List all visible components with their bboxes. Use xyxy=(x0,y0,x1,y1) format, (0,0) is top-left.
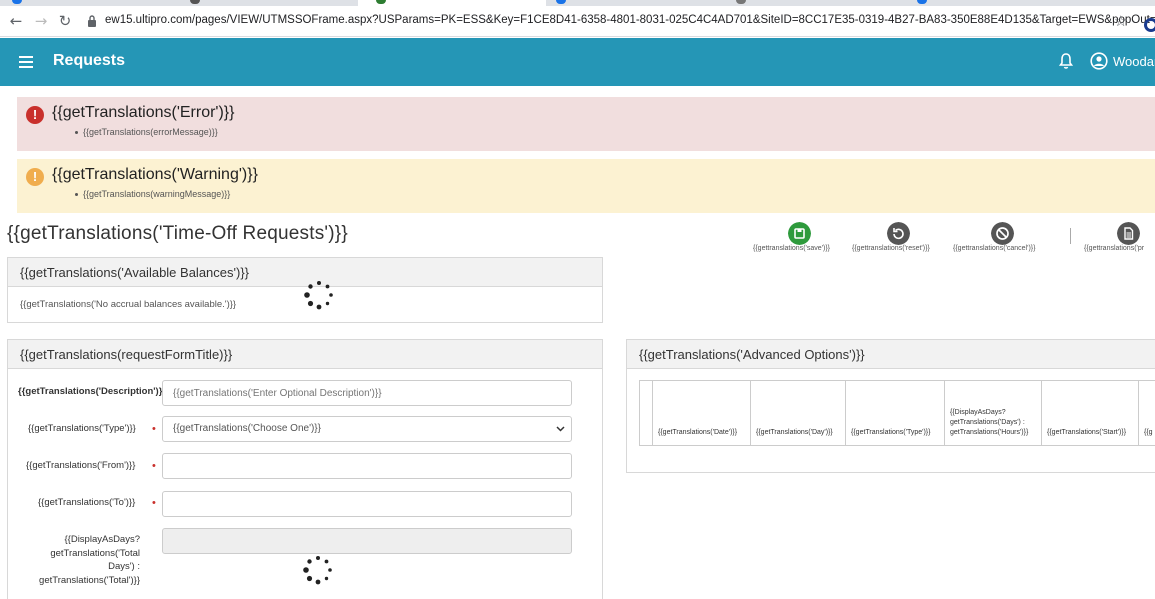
column-header-amount: {{DisplayAsDays? getTranslations('Days')… xyxy=(950,408,1028,438)
total-readonly-field xyxy=(162,528,572,554)
reset-label: {{gettranslations('reset')}} xyxy=(852,245,930,252)
tab-favicon[interactable] xyxy=(556,0,566,4)
advanced-options-title: {{getTranslations('Advanced Options')}} xyxy=(639,347,865,362)
type-select[interactable]: {{getTranslations('Choose One')}} xyxy=(162,416,572,442)
account-icon[interactable] xyxy=(1090,52,1108,70)
toolbar-divider xyxy=(1070,228,1071,244)
lock-icon xyxy=(88,15,96,27)
column-header-start: {{getTranslations('Start')}} xyxy=(1047,429,1127,436)
address-bar: ← → ↻ ew15.ultipro.com/pages/VIEW/UTMSSO… xyxy=(0,6,1155,37)
column-header-type: {{getTranslations('Type')}} xyxy=(851,429,931,436)
type-label: {{getTranslations('Type')}} xyxy=(28,423,136,434)
to-label: {{getTranslations('To')}} xyxy=(38,497,136,508)
total-label-line: {{DisplayAsDays? xyxy=(64,534,140,545)
request-form-header: {{getTranslations(requestFormTitle)}} xyxy=(8,340,602,369)
column-header-line: getTranslations('Days') : xyxy=(950,419,1025,426)
column-header-date: {{getTranslations('Date')}} xyxy=(658,429,738,436)
table-header-cell[interactable]: {{getTranslations('Type')}} xyxy=(846,381,945,445)
column-header-truncated: {{g xyxy=(1144,429,1153,436)
chevron-down-icon xyxy=(556,426,565,432)
bookmark-star-icon[interactable]: ☆ xyxy=(1114,14,1127,29)
print-icon xyxy=(1117,222,1140,245)
error-icon: ! xyxy=(26,106,44,124)
error-alert-message: {{getTranslations(errorMessage)}} xyxy=(75,127,218,137)
table-header-cell[interactable]: {{DisplayAsDays? getTranslations('Days')… xyxy=(945,381,1042,445)
back-icon[interactable]: ← xyxy=(8,13,24,29)
from-required-marker: • xyxy=(152,460,156,472)
tab-favicon[interactable] xyxy=(12,0,22,4)
type-required-marker: • xyxy=(152,423,156,435)
page-title: {{getTranslations('Time-Off Requests')}} xyxy=(7,223,348,244)
app-header: Requests Woodar xyxy=(0,38,1155,86)
reset-icon xyxy=(887,222,910,245)
warning-alert-title: {{getTranslations('Warning')}} xyxy=(52,166,258,183)
save-label: {{gettranslations('save')}} xyxy=(753,245,830,252)
warning-alert: ! {{getTranslations('Warning')}} {{getTr… xyxy=(17,159,1155,213)
reset-button[interactable]: {{gettranslations('reset')}} xyxy=(852,222,948,256)
error-alert-title: {{getTranslations('Error')}} xyxy=(52,104,235,121)
save-button[interactable]: {{gettranslations('save')}} xyxy=(753,222,847,256)
print-label: {{gettranslations('pr xyxy=(1084,245,1145,252)
total-label-line: Days') : xyxy=(108,561,140,572)
menu-icon[interactable] xyxy=(19,56,33,68)
from-date-input[interactable] xyxy=(162,453,572,479)
total-label: {{DisplayAsDays? getTranslations('Total … xyxy=(20,533,140,587)
column-header-line: {{DisplayAsDays? xyxy=(950,409,1006,416)
forward-icon[interactable]: → xyxy=(33,13,49,29)
table-header-cell xyxy=(640,381,653,445)
cancel-label: {{gettranslations('cancel')}} xyxy=(953,245,1036,252)
url-text[interactable]: ew15.ultipro.com/pages/VIEW/UTMSSOFrame.… xyxy=(105,14,1155,26)
advanced-options-table: {{getTranslations('Date')}} {{getTransla… xyxy=(639,380,1155,446)
table-header-cell[interactable]: {{getTranslations('Day')}} xyxy=(751,381,846,445)
no-balances-message: {{getTranslations('No accrual balances a… xyxy=(20,299,237,310)
save-icon xyxy=(788,222,811,245)
to-date-input[interactable] xyxy=(162,491,572,517)
available-balances-title: {{getTranslations('Available Balances')}… xyxy=(20,265,249,280)
column-header-line: getTranslations('Hours')}} xyxy=(950,429,1029,436)
print-button[interactable]: {{gettranslations('pr xyxy=(1084,222,1155,256)
reload-icon[interactable]: ↻ xyxy=(57,13,73,29)
request-form-title: {{getTranslations(requestFormTitle)}} xyxy=(20,347,233,362)
column-header-day: {{getTranslations('Day')}} xyxy=(756,429,833,436)
app-title: Requests xyxy=(53,52,126,69)
from-label: {{getTranslations('From')}} xyxy=(26,460,136,471)
table-header-cell[interactable]: {{getTranslations('Date')}} xyxy=(653,381,751,445)
advanced-options-header: {{getTranslations('Advanced Options')}} xyxy=(627,340,1155,369)
total-label-line: getTranslations('Total xyxy=(50,547,140,559)
total-label-line: getTranslations('Total')}} xyxy=(39,574,140,586)
to-required-marker: • xyxy=(152,497,156,509)
description-label: {{getTranslations('Description')}} xyxy=(18,386,167,397)
warning-alert-message: {{getTranslations(warningMessage)}} xyxy=(74,189,231,199)
available-balances-panel: {{getTranslations('Available Balances')}… xyxy=(7,257,603,323)
user-name[interactable]: Woodar xyxy=(1113,54,1155,69)
loading-spinner-icon xyxy=(303,556,332,585)
tab-favicon[interactable] xyxy=(190,0,200,4)
table-header-cell[interactable]: {{g xyxy=(1139,381,1155,445)
advanced-options-panel: {{getTranslations('Advanced Options')}} … xyxy=(626,339,1155,473)
tab-favicon[interactable] xyxy=(917,0,927,4)
cancel-icon xyxy=(991,222,1014,245)
table-header-cell[interactable]: {{getTranslations('Start')}} xyxy=(1042,381,1139,445)
cancel-button[interactable]: {{gettranslations('cancel')}} xyxy=(953,222,1055,256)
error-alert: ! {{getTranslations('Error')}} {{getTran… xyxy=(17,97,1155,151)
loading-spinner-icon xyxy=(304,281,333,310)
description-input[interactable] xyxy=(162,380,572,406)
type-select-value: {{getTranslations('Choose One')}} xyxy=(173,423,321,434)
profile-icon[interactable] xyxy=(1144,18,1155,32)
warning-icon: ! xyxy=(26,168,44,186)
tab-favicon[interactable] xyxy=(736,0,746,4)
url-omnibox[interactable]: ew15.ultipro.com/pages/VIEW/UTMSSOFrame.… xyxy=(82,9,1155,34)
bell-icon[interactable] xyxy=(1058,52,1074,70)
